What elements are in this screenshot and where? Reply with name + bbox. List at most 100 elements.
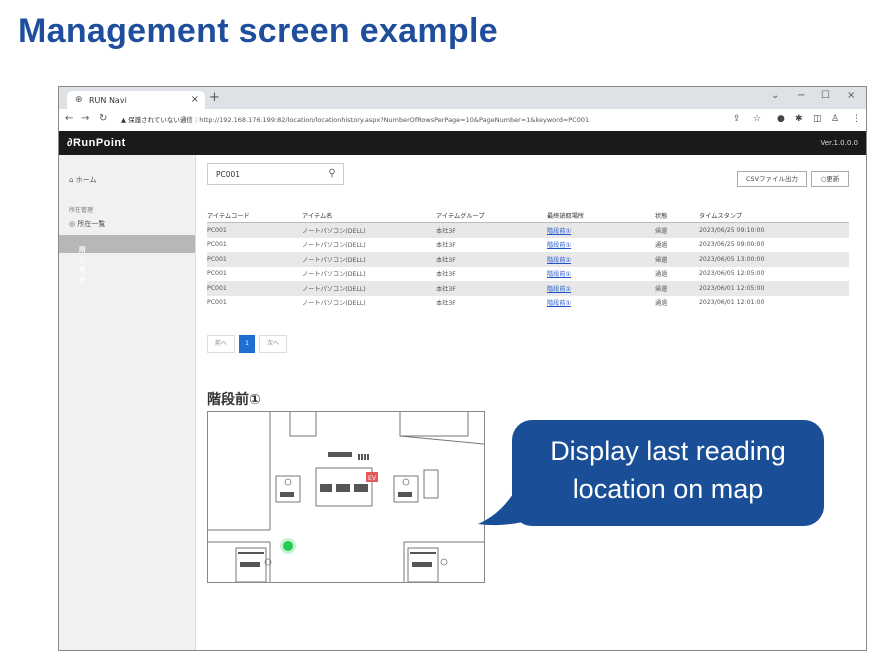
column-header: アイテムコード	[207, 208, 302, 223]
cell-item-name: ノートパソコン(DELL)	[302, 242, 366, 250]
map-title: 階段前①	[207, 392, 261, 408]
reload-icon[interactable]: ↻	[99, 113, 107, 124]
url-text: http://192.168.176.199:82/location/locat…	[199, 116, 590, 124]
page-1-button[interactable]: 1	[239, 335, 255, 353]
cell-timestamp: 2023/06/25 09:10:00	[699, 222, 849, 238]
profile-icon[interactable]: ♙	[831, 114, 839, 124]
maximize-icon[interactable]: ☐	[821, 90, 830, 101]
prev-page-button[interactable]: 前へ	[207, 335, 235, 353]
back-icon[interactable]: ←	[65, 113, 73, 124]
history-table: アイテムコード アイテム名 アイテムグループ 最終読取場所 状態 タイムスタンプ…	[207, 208, 849, 310]
cell-location-link[interactable]: 階段前①	[547, 252, 655, 267]
elevator-label: EV	[368, 475, 377, 482]
cell-item-code: PC001	[207, 252, 302, 267]
cell-item-code: PC001	[207, 222, 302, 238]
menu-icon[interactable]: ⋮	[852, 114, 861, 124]
cell-status: 帰還	[655, 252, 699, 267]
table-header-row: アイテムコード アイテム名 アイテムグループ 最終読取場所 状態 タイムスタンプ	[207, 208, 849, 223]
cell-item-group: 本社3F	[436, 242, 456, 250]
cell-item-group: 本社3F	[436, 281, 547, 296]
callout-line-1: Display last reading	[550, 436, 786, 466]
browser-tab[interactable]: ⊕ RUN Navi ×	[67, 91, 205, 109]
cell-timestamp: 2023/06/01 12:01:00	[699, 299, 765, 307]
sidebar-item-home[interactable]: ⌂ ホーム	[69, 175, 96, 185]
sidebar-item-label: 所在一覧	[77, 220, 106, 228]
cell-item-group: 本社3F	[436, 271, 456, 279]
search-button[interactable]: ⚲	[321, 163, 344, 185]
cell-item-name: ノートパソコン(DELL)	[302, 281, 436, 296]
cell-location-link[interactable]: 階段前①	[547, 281, 655, 296]
cell-item-code: PC001	[207, 270, 227, 278]
cell-item-name: ノートパソコン(DELL)	[302, 252, 436, 267]
cell-status: 通過	[655, 300, 668, 308]
security-warning: ▲ 保護されていない通信	[121, 116, 193, 124]
cell-item-name: ノートパソコン(DELL)	[302, 222, 436, 238]
table-row: PC001 ノートパソコン(DELL) 本社3F 階段前① 通過 2023/06…	[207, 238, 849, 253]
column-header: アイテム名	[302, 208, 436, 223]
cell-item-code: PC001	[207, 241, 227, 249]
tab-close-icon[interactable]: ×	[191, 94, 199, 105]
version-label: Ver.1.0.0.0	[820, 139, 858, 147]
sidebar: ⌂ ホーム 所在管理 ◎ 所在一覧 ▤ 所在履歴	[59, 155, 196, 650]
cell-item-code: PC001	[207, 299, 227, 307]
table-row: PC001 ノートパソコン(DELL) 本社3F 階段前① 通過 2023/06…	[207, 267, 849, 282]
table-row: PC001 ノートパソコン(DELL) 本社3F 階段前① 帰還 2023/06…	[207, 252, 849, 267]
floor-map: EV	[207, 411, 485, 583]
minimize-icon[interactable]: −	[797, 90, 805, 101]
cell-item-group: 本社3F	[436, 252, 547, 267]
browser-window: ⊕ RUN Navi × + ⌄ − ☐ × ← → ↻ ▲ 保護されていない通…	[58, 86, 867, 651]
extensions-icon[interactable]: ✱	[795, 114, 803, 124]
column-header: アイテムグループ	[436, 208, 547, 223]
cell-item-name: ノートパソコン(DELL)	[302, 271, 366, 279]
forward-icon[interactable]: →	[81, 113, 89, 124]
column-header: 状態	[655, 208, 699, 223]
new-tab-button[interactable]: +	[209, 90, 220, 105]
floor-plan-drawing: EV	[208, 412, 485, 583]
tab-title: RUN Navi	[89, 96, 127, 105]
callout-bubble: Display last reading location on map	[512, 420, 824, 526]
column-header: タイムスタンプ	[699, 208, 849, 223]
cell-status: 帰還	[655, 281, 699, 296]
csv-export-button[interactable]: CSVファイル出力	[737, 171, 807, 187]
cell-timestamp: 2023/06/25 09:00:00	[699, 241, 765, 249]
cell-item-group: 本社3F	[436, 222, 547, 238]
sidepanel-icon[interactable]: ◫	[813, 114, 822, 124]
table-row: PC001 ノートパソコン(DELL) 本社3F 階段前① 帰還 2023/06…	[207, 281, 849, 296]
cell-timestamp: 2023/06/05 12:05:00	[699, 270, 765, 278]
slide-title: Management screen example	[18, 12, 498, 50]
search-value: PC001	[216, 170, 241, 179]
app-logo: ∂RunPoint	[67, 137, 126, 149]
search-input[interactable]: PC001	[207, 163, 322, 185]
cell-timestamp: 2023/06/05 13:00:00	[699, 252, 849, 267]
sidebar-item-location-history[interactable]: ▤ 所在履歴	[59, 235, 195, 284]
sidebar-item-location-list[interactable]: ◎ 所在一覧	[69, 219, 105, 229]
chevron-down-icon[interactable]: ⌄	[771, 90, 779, 101]
close-window-icon[interactable]: ×	[847, 90, 855, 101]
logo-text: RunPoint	[72, 137, 126, 149]
cell-item-code: PC001	[207, 281, 302, 296]
home-icon: ⌂	[69, 176, 76, 184]
address-bar: ← → ↻ ▲ 保護されていない通信 | http://192.168.176.…	[59, 109, 866, 132]
table-row: PC001 ノートパソコン(DELL) 本社3F 階段前① 通過 2023/06…	[207, 296, 849, 311]
sidebar-item-label: ホーム	[75, 176, 97, 184]
refresh-button[interactable]: ○更新	[811, 171, 849, 187]
next-page-button[interactable]: 次へ	[259, 335, 287, 353]
url-field[interactable]: ▲ 保護されていない通信 | http://192.168.176.199:82…	[121, 113, 681, 127]
sidebar-group-label: 所在管理	[69, 207, 94, 214]
cell-location-link[interactable]: 階段前①	[547, 222, 655, 238]
cell-location-link[interactable]: 階段前①	[547, 238, 655, 253]
column-header: 最終読取場所	[547, 208, 655, 223]
cell-status: 通過	[655, 242, 668, 250]
cell-timestamp: 2023/06/01 12:05:00	[699, 281, 849, 296]
star-icon[interactable]: ☆	[753, 114, 761, 124]
sidebar-item-label: 所在履歴	[79, 246, 86, 284]
cell-item-name: ノートパソコン(DELL)	[302, 300, 366, 308]
share-icon[interactable]: ⇪	[733, 114, 741, 124]
search-icon: ⚲	[328, 168, 336, 179]
cell-location-link[interactable]: 階段前①	[547, 267, 655, 282]
cell-location-link[interactable]: 階段前①	[547, 296, 655, 311]
callout-line-2: location on map	[572, 474, 764, 504]
extension-dot-icon[interactable]: ●	[777, 114, 785, 124]
cell-status: 通過	[655, 271, 668, 279]
cell-status: 帰還	[655, 222, 699, 238]
